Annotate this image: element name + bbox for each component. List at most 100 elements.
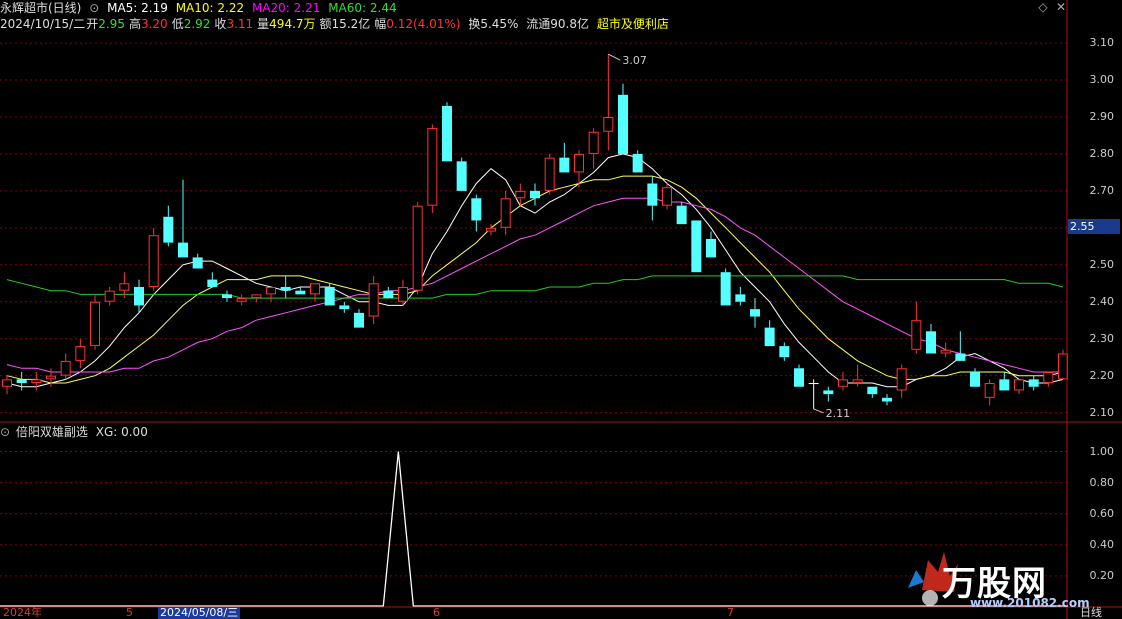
candle <box>60 353 71 380</box>
candle <box>984 379 995 406</box>
candle-body-up <box>148 235 159 287</box>
candle-body-down <box>295 290 306 295</box>
chart-header-row1: 永辉超市(日线) ⊙ MA5: 2.19 MA10: 2.22 MA20: 2.… <box>0 0 401 16</box>
candle-body-down <box>691 220 702 273</box>
grid-lines <box>0 42 1067 577</box>
candle <box>236 294 247 306</box>
price-tick-label: 2.40 <box>1089 294 1115 308</box>
candle-body-up <box>104 290 115 302</box>
candle-body-down <box>926 331 936 354</box>
candle <box>207 272 218 287</box>
price-tick-label: 3.00 <box>1089 73 1115 87</box>
candle-body-down <box>134 286 144 306</box>
candle-body-down <box>178 242 188 258</box>
close-icon[interactable]: ◇ <box>1036 0 1050 14</box>
settings-icon[interactable]: ✕ <box>1054 0 1068 14</box>
price-tick-label: 2.50 <box>1089 257 1115 271</box>
candle <box>456 157 467 191</box>
candle <box>911 301 922 354</box>
high-marker <box>608 53 621 61</box>
sub-panel-header: ⊙ 倍阳双雄副选 XG: 0.00 <box>0 424 152 440</box>
turnover-value: 换5.45% <box>468 17 519 31</box>
candle-body-up <box>852 379 863 384</box>
candle <box>471 194 482 232</box>
candle-body-up <box>31 379 42 384</box>
candle-body-down <box>647 183 658 206</box>
candle <box>940 342 951 358</box>
candle-body-up <box>940 349 951 354</box>
chart-canvas[interactable]: 3.07 2.11 <box>0 0 1122 619</box>
price-tick-label: 2.80 <box>1089 146 1115 160</box>
candle <box>280 275 291 299</box>
candle <box>354 309 364 328</box>
candle-body-up <box>427 128 438 206</box>
candle <box>31 371 42 391</box>
axis-year: 2024年 <box>3 606 42 619</box>
candle <box>882 394 892 406</box>
sector-link[interactable]: 超市及便利店 <box>597 17 669 31</box>
price-tick-label: 2.10 <box>1089 405 1115 419</box>
candle <box>16 371 27 391</box>
candle-body-down <box>222 294 232 299</box>
amount-value: 15.2亿 <box>331 17 371 31</box>
candle <box>926 323 936 354</box>
candle-body-down <box>764 327 775 347</box>
current-price-tag: 2.55 <box>1068 219 1120 234</box>
collapse-icon[interactable]: ⊙ <box>89 1 99 15</box>
candle-body-up <box>119 283 130 291</box>
volume-value: 494.7万 <box>269 17 316 31</box>
candle <box>222 290 232 302</box>
indicator-tick-label: 0.60 <box>1089 506 1115 520</box>
high-annotation: 3.07 <box>622 54 647 67</box>
candle-body-down <box>632 153 643 173</box>
ma10-label: MA10: 2.22 <box>175 1 245 15</box>
candle <box>427 124 438 214</box>
candle <box>2 375 12 395</box>
candle-body-down <box>559 157 570 173</box>
candle-body-down <box>324 286 335 306</box>
sub-collapse-icon[interactable]: ⊙ <box>0 425 10 439</box>
price-tick-label: 2.70 <box>1089 183 1115 197</box>
candlestick-series[interactable] <box>2 54 1068 409</box>
candle-body-up <box>398 286 408 302</box>
price-tick-label: 2.90 <box>1089 109 1115 123</box>
candle <box>647 176 658 221</box>
candle-body-down <box>779 346 790 358</box>
candle <box>808 379 819 409</box>
candle-body-up <box>75 346 86 361</box>
candle <box>1014 379 1024 395</box>
candle-body-down <box>530 190 540 199</box>
candle <box>735 286 746 306</box>
candle <box>339 301 350 313</box>
indicator-tick-label: 1.00 <box>1089 444 1115 458</box>
candle <box>559 142 570 173</box>
axis-month-6: 6 <box>433 606 440 619</box>
candle-body-up <box>588 131 599 154</box>
high-value: 3.20 <box>140 17 168 31</box>
indicator-name[interactable]: 倍阳双雄副选 <box>16 425 88 439</box>
candle-body-down <box>970 371 980 387</box>
candle <box>867 386 878 398</box>
candle-body-down <box>808 383 819 385</box>
change-value: 0.12(4.01%) <box>386 17 461 31</box>
low-value: 2.92 <box>183 17 211 31</box>
candle <box>368 275 379 324</box>
candle-body-up <box>911 320 922 350</box>
candle-body-up <box>2 379 12 387</box>
candle-body-up <box>838 379 848 387</box>
candle-body-down <box>471 198 482 221</box>
candle-body-up <box>368 283 379 317</box>
candle <box>896 364 907 398</box>
low-annotation: 2.11 <box>826 407 851 420</box>
candle-body-down <box>383 290 394 299</box>
candle <box>970 368 980 387</box>
candle <box>706 231 716 258</box>
candle <box>618 83 628 154</box>
candle-body-up <box>662 187 672 206</box>
candle-body-up <box>574 153 584 173</box>
stock-title[interactable]: 永辉超市(日线) <box>0 1 81 15</box>
candle <box>178 179 188 258</box>
candle <box>1043 371 1054 387</box>
indicator-tick-label: 0.40 <box>1089 537 1115 551</box>
xg-value: XG: 0.00 <box>95 425 148 439</box>
